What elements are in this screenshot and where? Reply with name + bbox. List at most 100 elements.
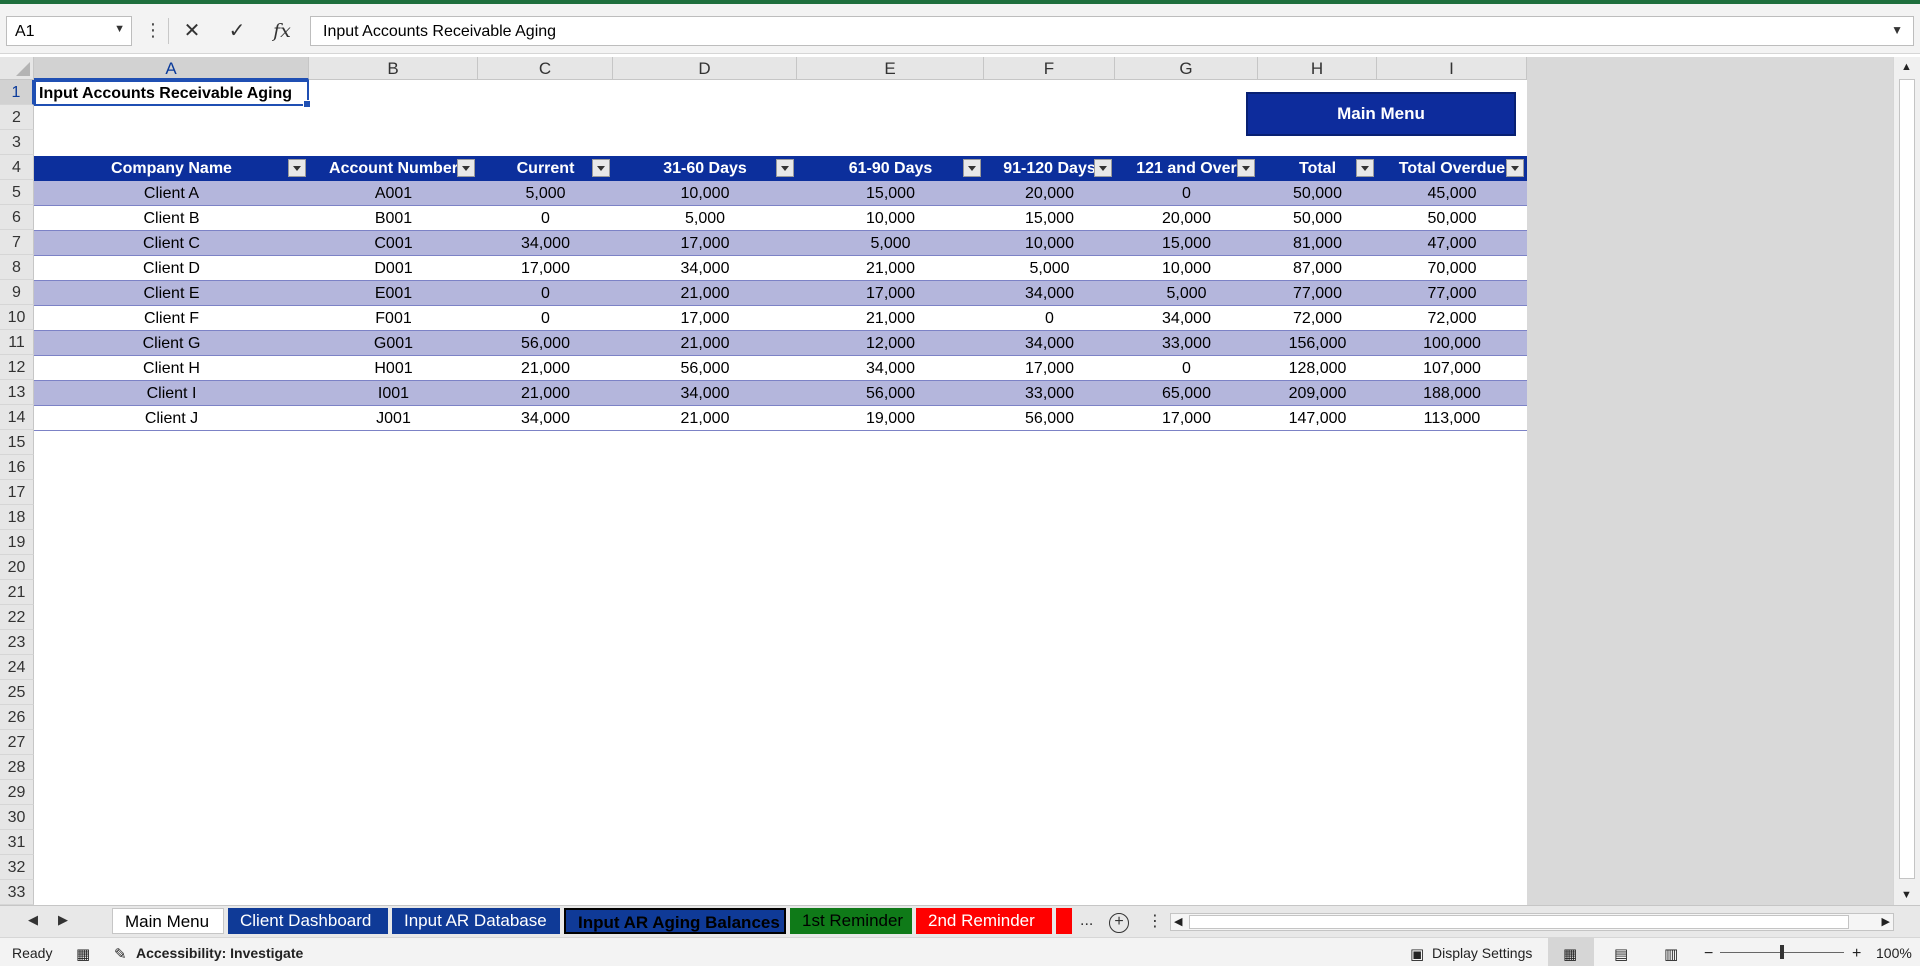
table-cell[interactable]: 17,000 bbox=[1115, 406, 1258, 431]
hscroll-thumb[interactable] bbox=[1189, 915, 1849, 929]
macro-record-icon[interactable]: ▦ bbox=[76, 945, 90, 963]
table-cell[interactable]: 33,000 bbox=[1115, 331, 1258, 356]
table-cell[interactable]: 5,000 bbox=[797, 231, 984, 256]
scroll-down-icon[interactable]: ▼ bbox=[1901, 889, 1912, 901]
table-header-cell[interactable]: 121 and Over bbox=[1115, 156, 1258, 181]
column-header-a[interactable]: A bbox=[34, 57, 309, 80]
table-cell[interactable]: 156,000 bbox=[1258, 331, 1377, 356]
table-cell[interactable]: 50,000 bbox=[1258, 181, 1377, 206]
table-cell[interactable]: 34,000 bbox=[1115, 306, 1258, 331]
prev-sheet-icon[interactable]: ◀ bbox=[28, 912, 38, 928]
more-options-icon[interactable]: ⋮ bbox=[144, 20, 162, 41]
filter-dropdown-icon[interactable] bbox=[592, 159, 610, 177]
row-header-27[interactable]: 27 bbox=[0, 730, 34, 755]
table-cell[interactable]: 21,000 bbox=[797, 256, 984, 281]
table-cell[interactable]: 17,000 bbox=[984, 356, 1115, 381]
table-cell[interactable]: 56,000 bbox=[478, 331, 613, 356]
filter-dropdown-icon[interactable] bbox=[963, 159, 981, 177]
table-cell[interactable]: 107,000 bbox=[1377, 356, 1527, 381]
table-cell[interactable]: Client G bbox=[34, 331, 309, 356]
table-cell[interactable]: 0 bbox=[1115, 181, 1258, 206]
table-cell[interactable]: 0 bbox=[478, 306, 613, 331]
row-header-1[interactable]: 1 bbox=[0, 80, 34, 105]
table-cell[interactable]: 65,000 bbox=[1115, 381, 1258, 406]
table-cell[interactable]: 50,000 bbox=[1377, 206, 1527, 231]
table-cell[interactable]: 72,000 bbox=[1258, 306, 1377, 331]
row-header-10[interactable]: 10 bbox=[0, 305, 34, 330]
tab-input-ar-database[interactable]: Input AR Database bbox=[392, 908, 560, 934]
zoom-out-icon[interactable]: − bbox=[1704, 945, 1713, 963]
table-cell[interactable]: 20,000 bbox=[984, 181, 1115, 206]
enter-check-icon[interactable]: ✓ bbox=[223, 17, 251, 45]
table-cell[interactable]: 5,000 bbox=[1115, 281, 1258, 306]
table-header-cell[interactable]: 91-120 Days bbox=[984, 156, 1115, 181]
row-header-18[interactable]: 18 bbox=[0, 505, 34, 530]
insert-function-icon[interactable]: fx bbox=[268, 17, 296, 45]
column-header-i[interactable]: I bbox=[1377, 57, 1527, 80]
table-cell[interactable]: 21,000 bbox=[478, 381, 613, 406]
row-header-14[interactable]: 14 bbox=[0, 405, 34, 430]
table-header-cell[interactable]: Total Overdue bbox=[1377, 156, 1527, 181]
table-header-cell[interactable]: Company Name bbox=[34, 156, 309, 181]
tab-client-dashboard[interactable]: Client Dashboard bbox=[228, 908, 388, 934]
table-cell[interactable]: 5,000 bbox=[984, 256, 1115, 281]
table-header-cell[interactable]: Account Number bbox=[309, 156, 478, 181]
filter-dropdown-icon[interactable] bbox=[1506, 159, 1524, 177]
row-header-11[interactable]: 11 bbox=[0, 330, 34, 355]
table-cell[interactable]: Client F bbox=[34, 306, 309, 331]
formula-input[interactable]: Input Accounts Receivable Aging ▼ bbox=[310, 16, 1914, 46]
table-cell[interactable]: 15,000 bbox=[1115, 231, 1258, 256]
row-header-5[interactable]: 5 bbox=[0, 180, 34, 205]
row-header-22[interactable]: 22 bbox=[0, 605, 34, 630]
column-header-d[interactable]: D bbox=[613, 57, 797, 80]
table-cell[interactable]: 19,000 bbox=[797, 406, 984, 431]
tab-hidden-partial[interactable] bbox=[1056, 908, 1072, 934]
table-cell[interactable]: 0 bbox=[984, 306, 1115, 331]
table-cell[interactable]: E001 bbox=[309, 281, 478, 306]
filter-dropdown-icon[interactable] bbox=[288, 159, 306, 177]
table-cell[interactable]: 0 bbox=[478, 281, 613, 306]
table-cell[interactable]: 209,000 bbox=[1258, 381, 1377, 406]
table-cell[interactable]: A001 bbox=[309, 181, 478, 206]
column-header-f[interactable]: F bbox=[984, 57, 1115, 80]
row-header-31[interactable]: 31 bbox=[0, 830, 34, 855]
table-cell[interactable]: 70,000 bbox=[1377, 256, 1527, 281]
filter-dropdown-icon[interactable] bbox=[1237, 159, 1255, 177]
table-cell[interactable]: Client C bbox=[34, 231, 309, 256]
table-cell[interactable]: B001 bbox=[309, 206, 478, 231]
table-cell[interactable]: 5,000 bbox=[478, 181, 613, 206]
select-all-corner[interactable] bbox=[0, 57, 34, 80]
scroll-left-icon[interactable]: ◀ bbox=[1174, 915, 1182, 928]
tab-main-menu[interactable]: Main Menu bbox=[112, 908, 224, 934]
table-cell[interactable]: D001 bbox=[309, 256, 478, 281]
table-cell[interactable]: 34,000 bbox=[478, 406, 613, 431]
table-cell[interactable]: 81,000 bbox=[1258, 231, 1377, 256]
expand-formula-icon[interactable]: ▼ bbox=[1891, 23, 1903, 37]
table-cell[interactable]: 128,000 bbox=[1258, 356, 1377, 381]
normal-view-icon[interactable]: ▦ bbox=[1563, 945, 1577, 963]
row-header-23[interactable]: 23 bbox=[0, 630, 34, 655]
table-cell[interactable]: 100,000 bbox=[1377, 331, 1527, 356]
page-layout-icon[interactable]: ▤ bbox=[1614, 945, 1628, 963]
row-header-32[interactable]: 32 bbox=[0, 855, 34, 880]
vertical-scrollbar[interactable]: ▲ ▼ bbox=[1893, 57, 1920, 905]
tab-options-icon[interactable]: ⋮ bbox=[1147, 911, 1163, 931]
display-settings[interactable]: Display Settings bbox=[1432, 945, 1532, 961]
table-cell[interactable]: 21,000 bbox=[613, 406, 797, 431]
table-cell[interactable]: 56,000 bbox=[613, 356, 797, 381]
table-cell[interactable]: 34,000 bbox=[984, 331, 1115, 356]
table-cell[interactable]: Client H bbox=[34, 356, 309, 381]
tab-2nd-reminder[interactable]: 2nd Reminder bbox=[916, 908, 1052, 934]
table-cell[interactable]: 21,000 bbox=[478, 356, 613, 381]
table-cell[interactable]: Client D bbox=[34, 256, 309, 281]
table-cell[interactable]: 47,000 bbox=[1377, 231, 1527, 256]
table-cell[interactable]: 34,000 bbox=[478, 231, 613, 256]
table-cell[interactable]: 34,000 bbox=[613, 256, 797, 281]
scroll-right-icon[interactable]: ▶ bbox=[1882, 915, 1890, 928]
row-header-6[interactable]: 6 bbox=[0, 205, 34, 230]
zoom-in-icon[interactable]: + bbox=[1852, 945, 1861, 963]
table-cell[interactable]: Client E bbox=[34, 281, 309, 306]
table-cell[interactable]: 5,000 bbox=[613, 206, 797, 231]
filter-dropdown-icon[interactable] bbox=[776, 159, 794, 177]
row-header-29[interactable]: 29 bbox=[0, 780, 34, 805]
